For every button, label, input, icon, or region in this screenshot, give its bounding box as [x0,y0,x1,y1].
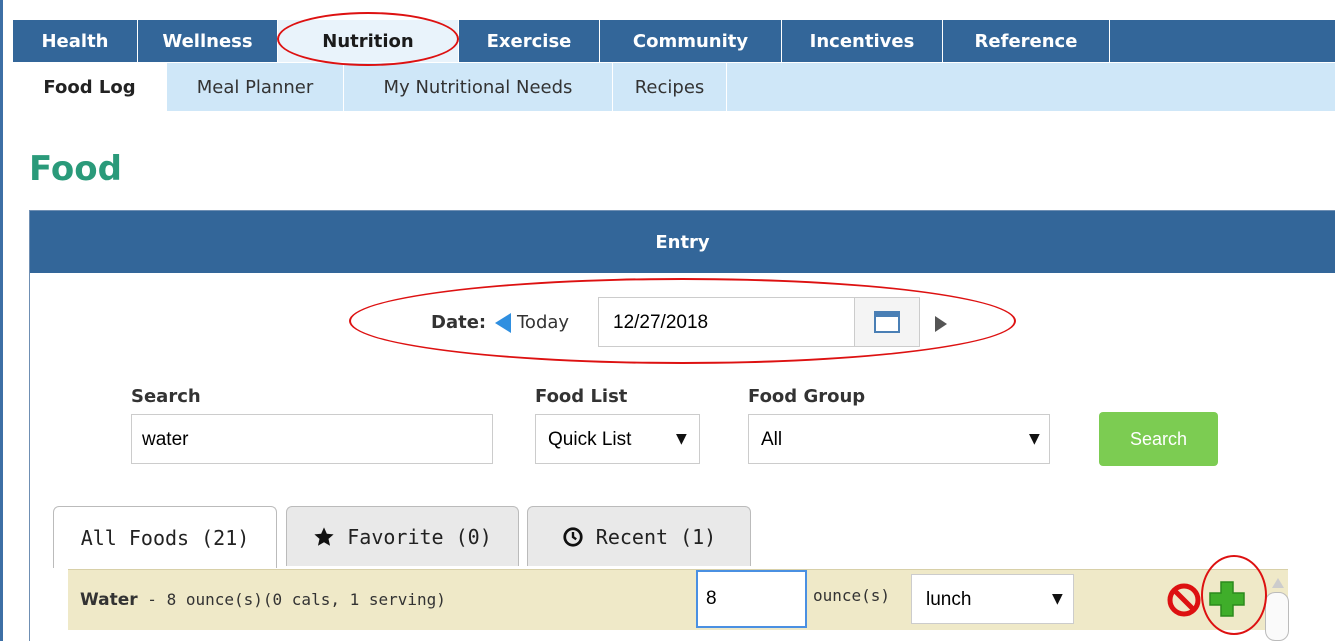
quantity-value: 8 [706,588,717,609]
main-nav: Health Wellness Nutrition Exercise Commu… [13,20,1335,62]
tab-incentives[interactable]: Incentives [782,20,943,62]
tab-health[interactable]: Health [13,20,138,62]
food-group-value: All [761,429,783,450]
sub-nav: Food Log Meal Planner My Nutritional Nee… [13,63,1335,111]
tab-favorite[interactable]: Favorite (0) [286,506,519,566]
date-input[interactable]: 12/27/2018 [598,297,920,347]
cancel-icon[interactable] [1166,582,1202,622]
meal-value: lunch [926,589,972,610]
tab-all-foods[interactable]: All Foods (21) [53,506,277,568]
scroll-up-arrow-icon[interactable] [1272,578,1284,588]
tab-community[interactable]: Community [600,20,782,62]
subtab-food-log[interactable]: Food Log [13,63,167,111]
food-description: - 8 ounce(s)(0 cals, 1 serving) [137,590,446,609]
tab-reference[interactable]: Reference [943,20,1110,62]
tab-favorite-label: Favorite (0) [347,524,492,549]
previous-day-arrow-icon[interactable] [495,313,511,333]
food-group-label: Food Group [748,386,866,407]
search-button[interactable]: Search [1099,412,1218,466]
entry-header: Entry [30,211,1335,273]
search-input[interactable]: water [131,414,493,464]
next-day-arrow-icon[interactable] [935,316,947,332]
meal-select[interactable]: lunch ▼ [911,574,1074,624]
subtab-meal-planner[interactable]: Meal Planner [167,63,344,111]
chevron-down-icon: ▼ [1029,431,1040,447]
chevron-down-icon: ▼ [676,431,687,447]
tab-wellness[interactable]: Wellness [138,20,278,62]
today-link[interactable]: Today [517,312,569,333]
calendar-icon [874,311,900,333]
left-border [0,0,3,641]
food-group-select[interactable]: All ▼ [748,414,1050,464]
subtab-my-nutritional-needs[interactable]: My Nutritional Needs [344,63,613,111]
quantity-input[interactable]: 8 [696,570,807,628]
tab-exercise[interactable]: Exercise [459,20,600,62]
scrollbar-thumb[interactable] [1265,592,1289,641]
unit-label: ounce(s) [813,586,891,605]
calendar-button[interactable] [854,298,919,346]
subtab-recipes[interactable]: Recipes [613,63,727,111]
food-name: Water [80,590,138,610]
clock-icon [562,526,584,548]
tab-recent[interactable]: Recent (1) [527,506,751,566]
food-list-value: Quick List [548,429,632,450]
food-list-label: Food List [535,386,628,407]
date-label: Date: [431,312,487,333]
food-row-text: Water - 8 ounce(s)(0 cals, 1 serving) [80,590,446,610]
page-title: Food [29,149,122,189]
date-value: 12/27/2018 [613,312,709,333]
chevron-down-icon: ▼ [1052,591,1063,607]
food-row: Water - 8 ounce(s)(0 cals, 1 serving) 8 … [68,569,1288,630]
star-icon [313,526,335,548]
search-input-value: water [142,429,189,450]
food-list-select[interactable]: Quick List ▼ [535,414,700,464]
add-icon[interactable] [1208,580,1246,622]
search-label: Search [131,386,201,407]
tab-nutrition[interactable]: Nutrition [278,20,459,62]
tab-recent-label: Recent (1) [595,524,717,549]
tab-all-foods-label: All Foods (21) [80,525,250,550]
